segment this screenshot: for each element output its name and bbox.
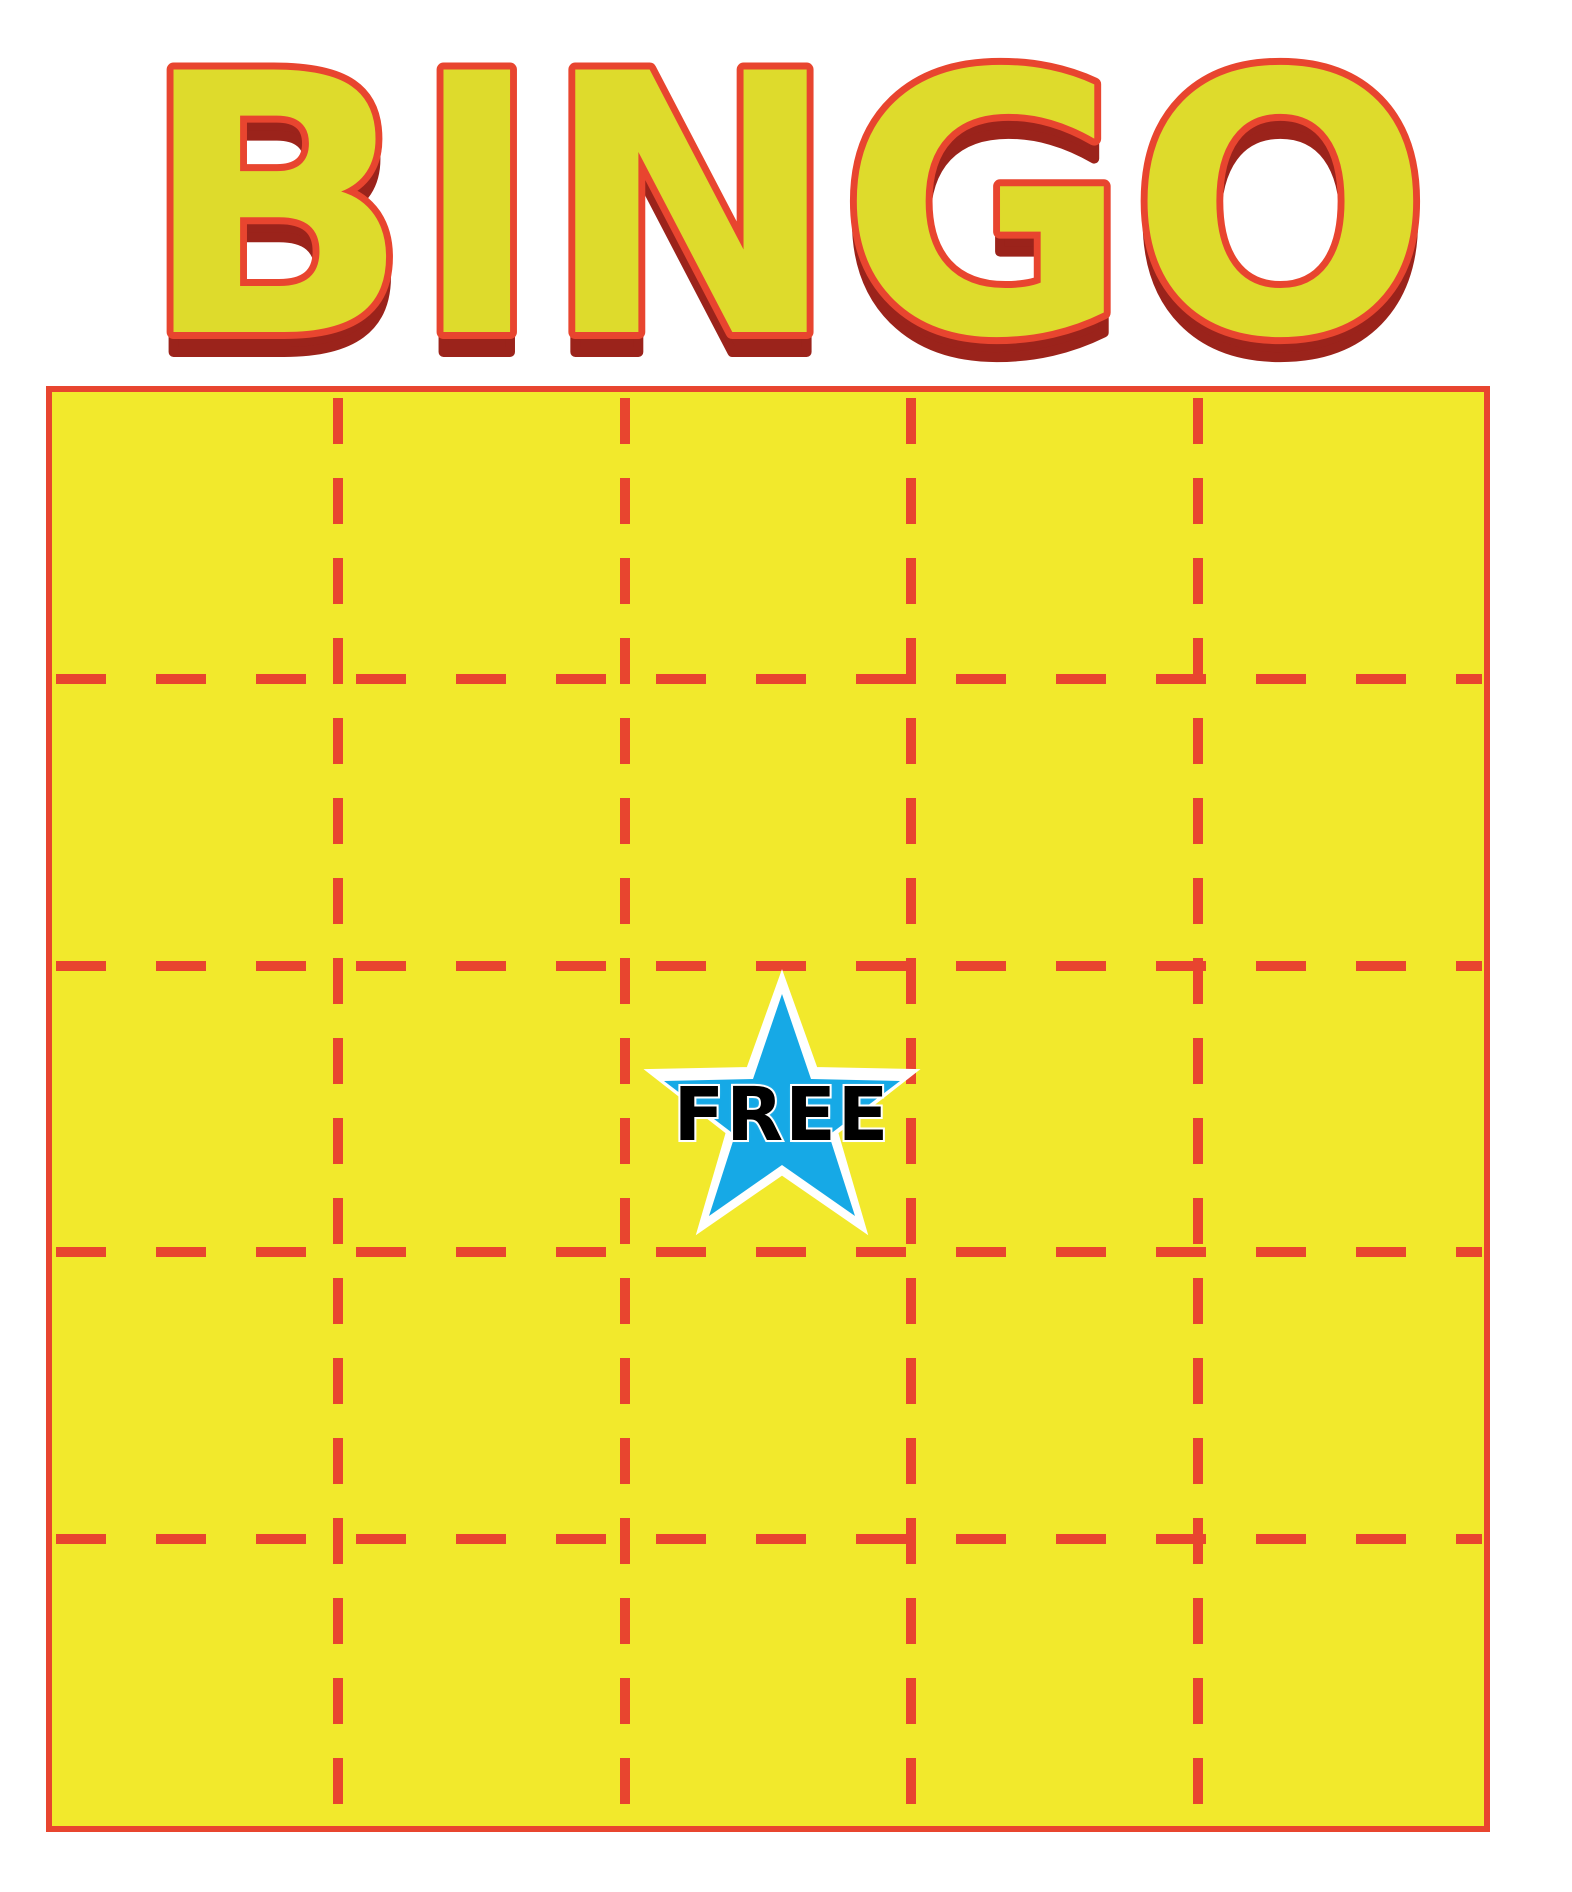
free-label: FREE [672, 1070, 891, 1160]
bingo-cell[interactable] [1198, 679, 1484, 966]
bingo-cell[interactable] [911, 1252, 1197, 1539]
bingo-title: BINGO BINGO BINGO [134, 0, 1438, 380]
bingo-cell[interactable] [1198, 1252, 1484, 1539]
bingo-cell[interactable] [911, 679, 1197, 966]
bingo-cell[interactable] [911, 966, 1197, 1253]
bingo-cell[interactable] [52, 966, 338, 1253]
bingo-cell[interactable] [911, 1539, 1197, 1826]
bingo-cell[interactable] [338, 392, 624, 679]
bingo-cell[interactable] [338, 679, 624, 966]
bingo-cell[interactable] [338, 966, 624, 1253]
bingo-cell[interactable] [1198, 1539, 1484, 1826]
bingo-cell[interactable] [625, 392, 911, 679]
bingo-cell[interactable] [52, 392, 338, 679]
bingo-cell[interactable] [911, 392, 1197, 679]
bingo-board: FREE [46, 386, 1490, 1832]
bingo-cell[interactable] [1198, 392, 1484, 679]
bingo-cell[interactable] [625, 1252, 911, 1539]
bingo-cell[interactable] [52, 679, 338, 966]
free-space[interactable]: FREE [642, 969, 922, 1242]
bingo-cell[interactable] [625, 1539, 911, 1826]
bingo-cell[interactable] [338, 1252, 624, 1539]
title-face: BINGO [141, 0, 1431, 380]
bingo-cell[interactable] [338, 1539, 624, 1826]
bingo-cell[interactable] [1198, 966, 1484, 1253]
bingo-cell[interactable] [52, 1539, 338, 1826]
bingo-cell[interactable] [625, 679, 911, 966]
bingo-cell[interactable] [52, 1252, 338, 1539]
